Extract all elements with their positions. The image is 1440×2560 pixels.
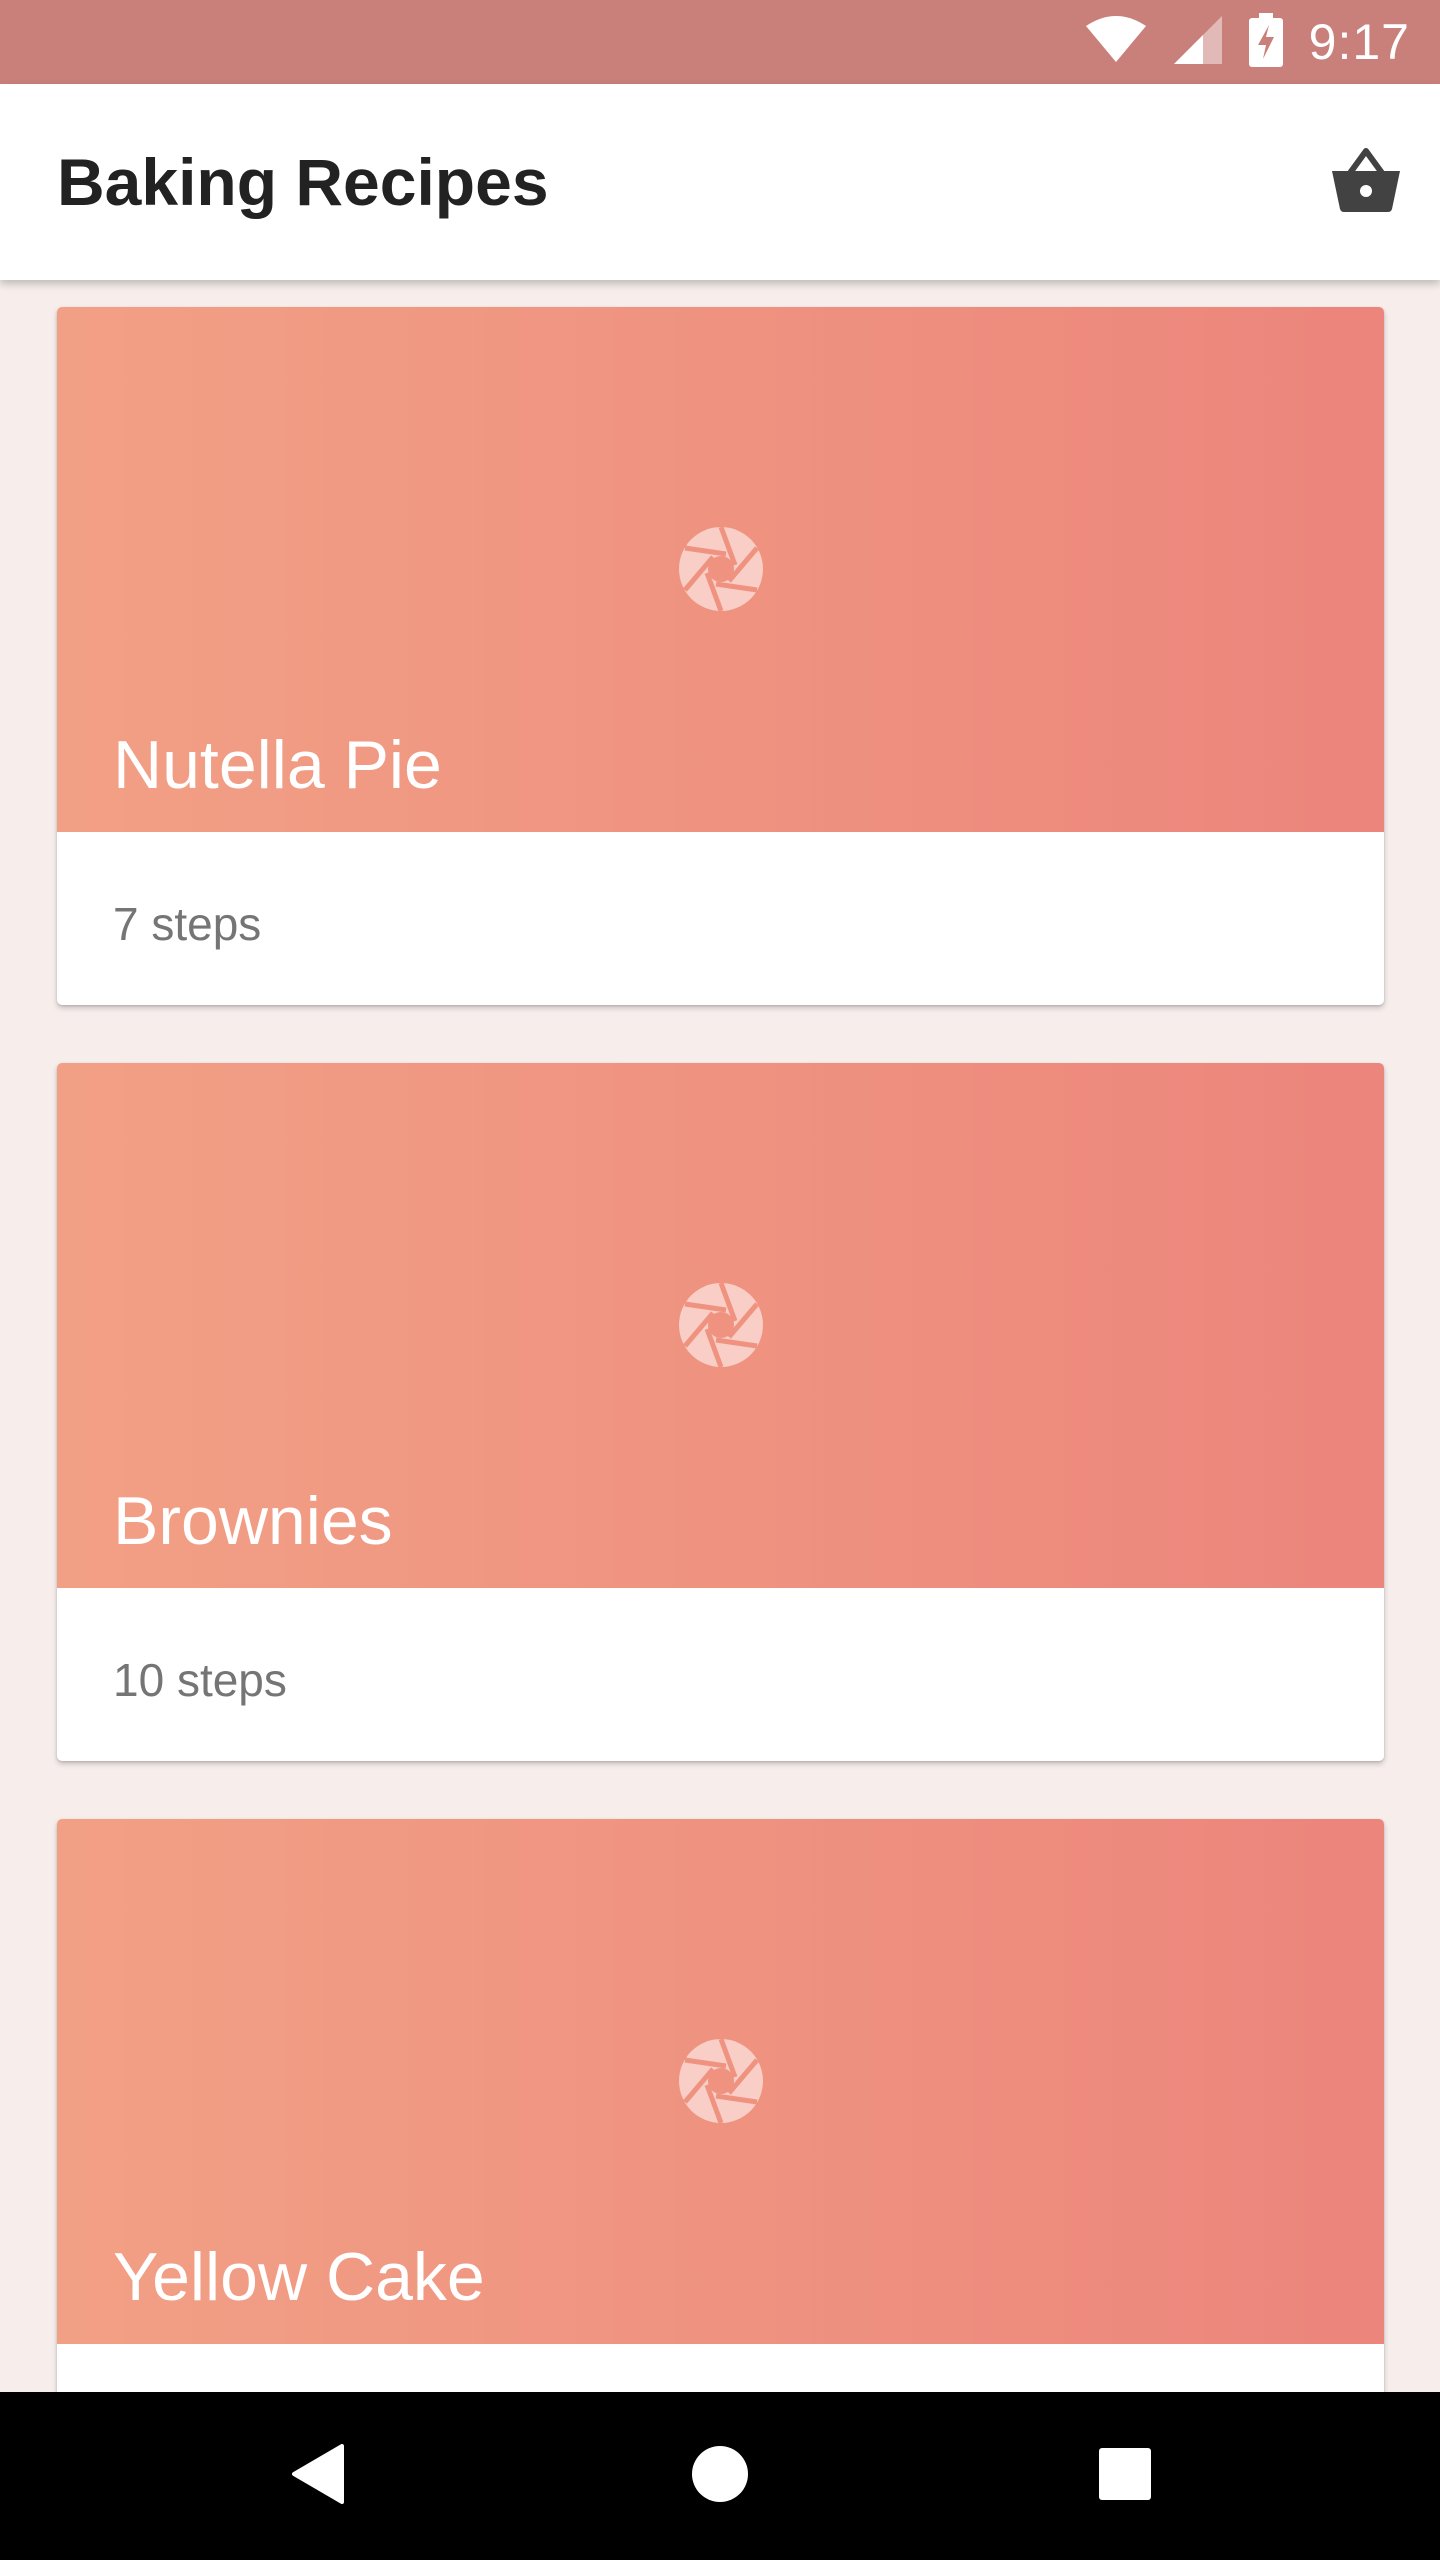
- status-time: 9:17: [1308, 14, 1410, 70]
- recents-button[interactable]: [1075, 2426, 1175, 2526]
- recipe-steps: 7 steps: [113, 898, 262, 950]
- home-button[interactable]: [670, 2426, 770, 2526]
- recipe-card-image: Nutella Pie: [57, 307, 1384, 832]
- basket-icon: [1330, 147, 1402, 218]
- camera-aperture-icon: [677, 1281, 765, 1369]
- camera-aperture-icon: [677, 2037, 765, 2125]
- wifi-icon: [1085, 15, 1147, 69]
- navigation-bar: [0, 2392, 1440, 2560]
- cell-signal-icon: [1173, 15, 1223, 70]
- recipe-card-image: Brownies: [57, 1063, 1384, 1588]
- back-button[interactable]: [268, 2426, 368, 2526]
- battery-charging-icon: [1248, 12, 1283, 72]
- page-title: Baking Recipes: [57, 145, 549, 219]
- recipe-card-brownies[interactable]: Brownies 10 steps: [57, 1063, 1384, 1761]
- recipe-card-nutella-pie[interactable]: Nutella Pie 7 steps: [57, 307, 1384, 1005]
- camera-aperture-icon: [677, 525, 765, 613]
- status-bar: 9:17: [0, 0, 1440, 84]
- status-icons: 9:17: [1085, 0, 1410, 84]
- recipe-name: Brownies: [113, 1483, 393, 1559]
- recipe-name: Nutella Pie: [113, 727, 442, 803]
- back-icon: [290, 2443, 346, 2509]
- recipe-card-image: Yellow Cake: [57, 1819, 1384, 2344]
- recipe-steps: 10 steps: [113, 1654, 287, 1706]
- recipe-card-yellow-cake[interactable]: Yellow Cake: [57, 1819, 1384, 2392]
- home-icon: [691, 2445, 749, 2508]
- app-bar: Baking Recipes: [0, 84, 1440, 280]
- recents-icon: [1098, 2447, 1152, 2506]
- recipe-list: Nutella Pie 7 steps Brownies 10 steps Ye…: [0, 280, 1440, 2392]
- basket-button[interactable]: [1326, 142, 1406, 222]
- recipe-name: Yellow Cake: [113, 2239, 485, 2315]
